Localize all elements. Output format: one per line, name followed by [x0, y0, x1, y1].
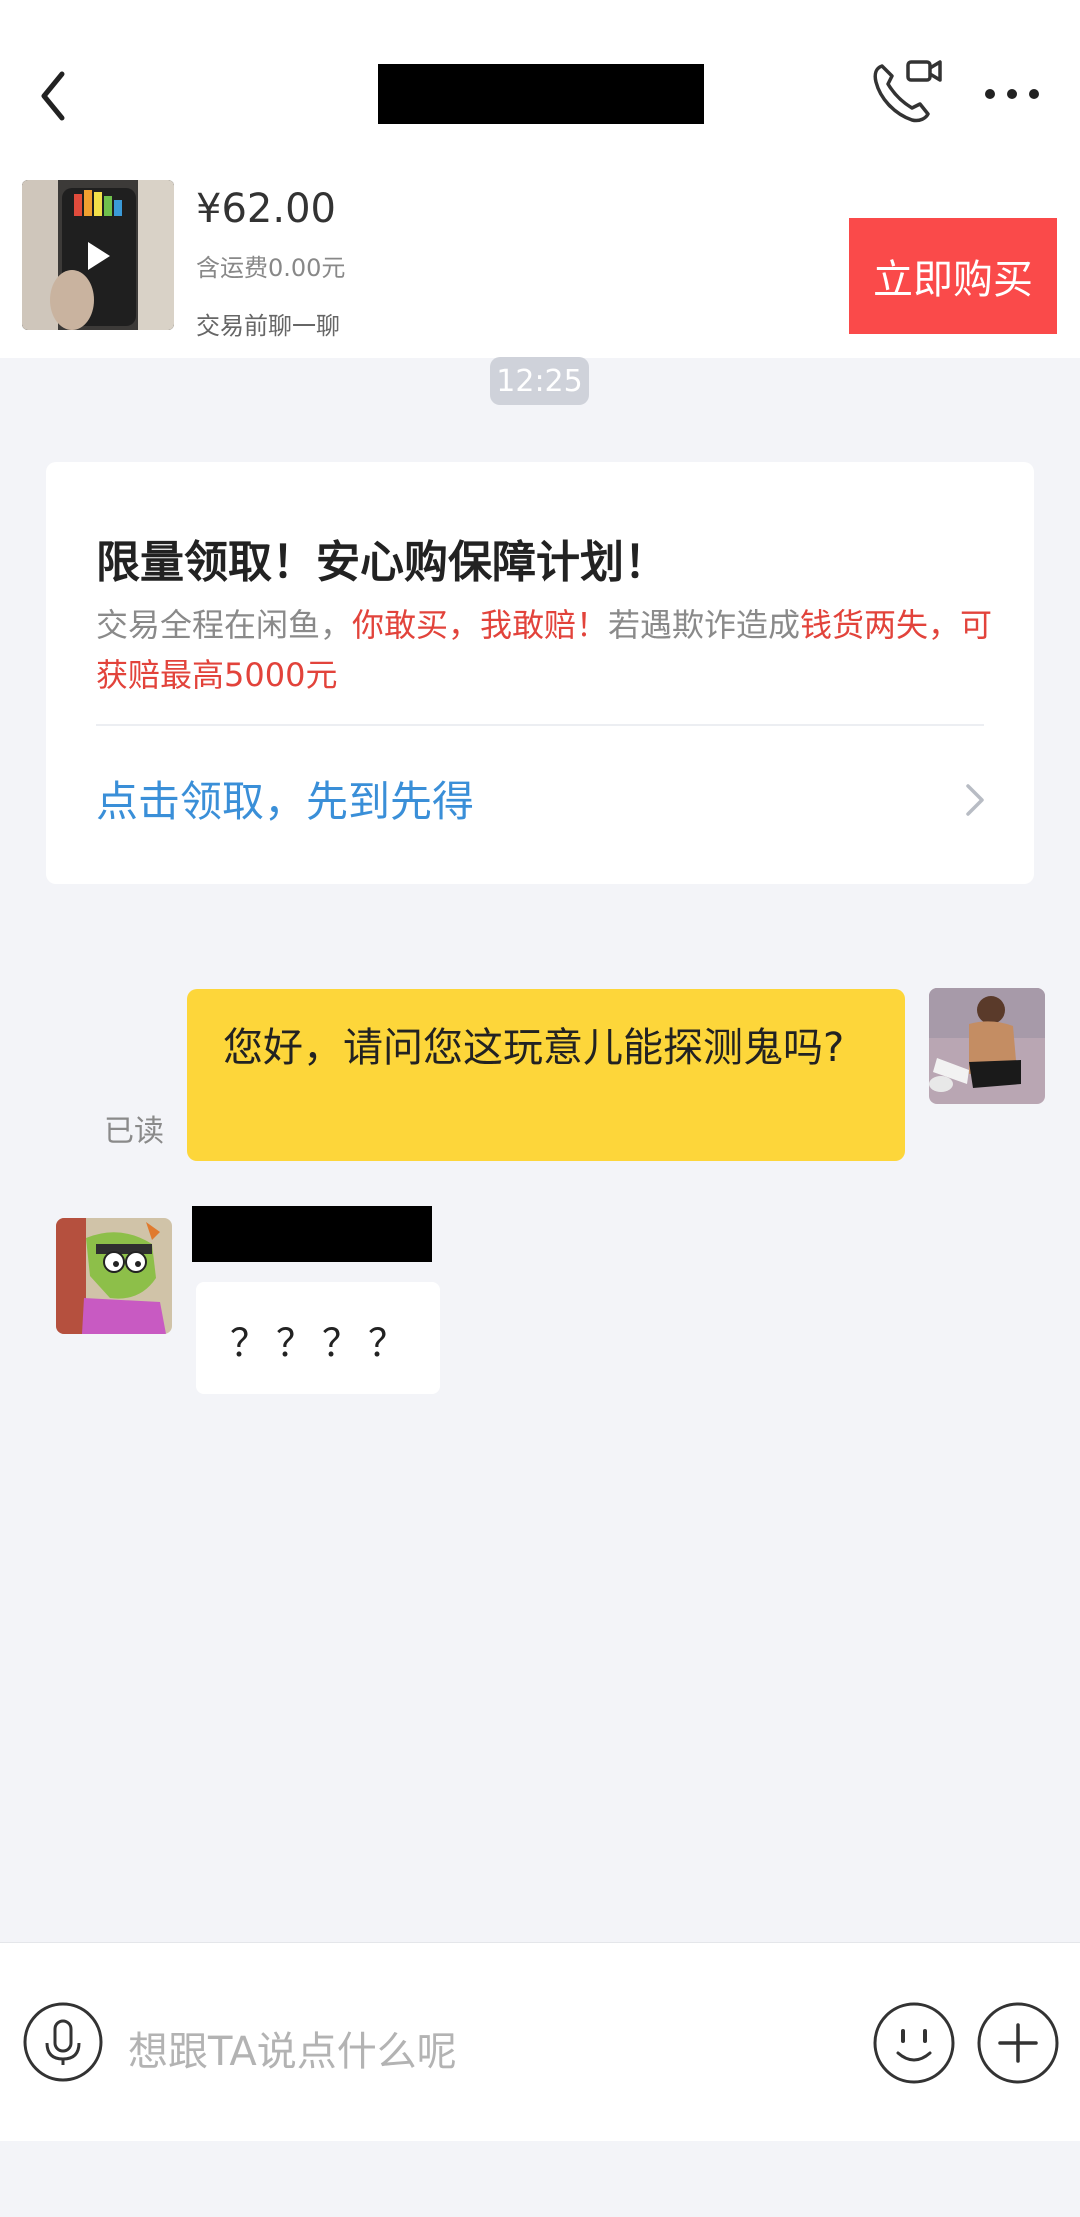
top-nav-bar — [0, 0, 1080, 180]
protection-plan-card[interactable]: 限量领取！安心购保障计划！ 交易全程在闲鱼，你敢买，我敢赔！若遇欺诈造成钱货两失… — [46, 462, 1034, 884]
read-status: 已读 — [104, 1114, 164, 1149]
product-price: ¥62.00 — [196, 186, 336, 232]
my-avatar[interactable] — [929, 988, 1045, 1104]
chat-before-trade-note: 交易前聊一聊 — [196, 312, 340, 340]
message-input-bar: 想跟TA说点什么呢 — [0, 1942, 1080, 2141]
more-horizontal-icon[interactable] — [976, 70, 1048, 118]
card-divider — [96, 724, 984, 726]
outgoing-message-text: 您好，请问您这玩意儿能探测鬼吗? — [223, 1025, 845, 1071]
incoming-message-bubble[interactable]: ？？？？ — [196, 1282, 440, 1394]
chevron-right-icon[interactable] — [960, 780, 990, 820]
claim-link[interactable]: 点击领取，先到先得 — [96, 768, 474, 829]
card-title: 限量领取！安心购保障计划！ — [96, 537, 668, 588]
smiley-icon[interactable] — [872, 2001, 956, 2085]
product-video-thumbnail[interactable] — [22, 180, 174, 330]
card-body-part1: 交易全程在闲鱼， — [96, 606, 353, 644]
shipping-fee: 含运费0.00元 — [196, 254, 346, 282]
phone-video-icon[interactable] — [868, 56, 944, 128]
incoming-message-text: ？？？？ — [230, 1321, 415, 1365]
sender-avatar[interactable] — [56, 1218, 172, 1334]
plus-circle-icon[interactable] — [976, 2001, 1060, 2085]
message-timestamp: 12:25 — [490, 357, 589, 405]
outgoing-message-bubble[interactable]: 您好，请问您这玩意儿能探测鬼吗? — [187, 989, 905, 1161]
bottom-safe-area — [0, 2141, 1080, 2217]
chevron-left-icon[interactable] — [28, 60, 84, 132]
buy-now-button[interactable]: 立即购买 — [849, 218, 1057, 334]
card-body-part3: 若遇欺诈造成 — [608, 606, 801, 644]
product-bar[interactable]: ¥62.00 含运费0.00元 交易前聊一聊 立即购买 — [0, 180, 1080, 358]
card-description: 交易全程在闲鱼，你敢买，我敢赔！若遇欺诈造成钱货两失，可获赔最高5000元 — [96, 600, 996, 700]
microphone-icon[interactable] — [22, 2001, 104, 2083]
sender-name-redacted — [192, 1206, 432, 1262]
card-body-highlight1: 你敢买，我敢赔！ — [352, 606, 609, 644]
chat-partner-name-redacted — [378, 64, 704, 124]
message-input[interactable]: 想跟TA说点什么呢 — [128, 2019, 457, 2077]
